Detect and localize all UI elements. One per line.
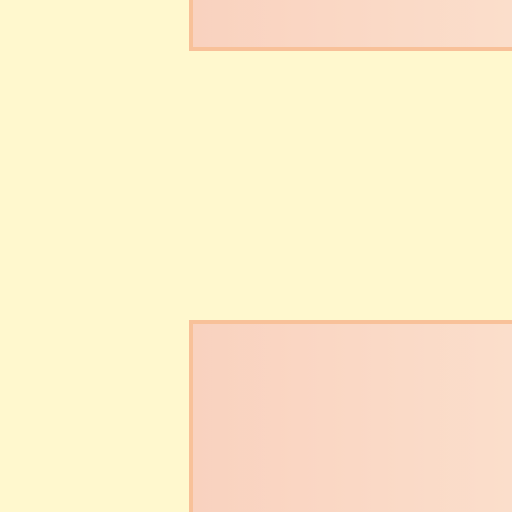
top-panel-block [189,0,512,51]
canvas [0,0,512,512]
bottom-panel-block [189,320,512,512]
